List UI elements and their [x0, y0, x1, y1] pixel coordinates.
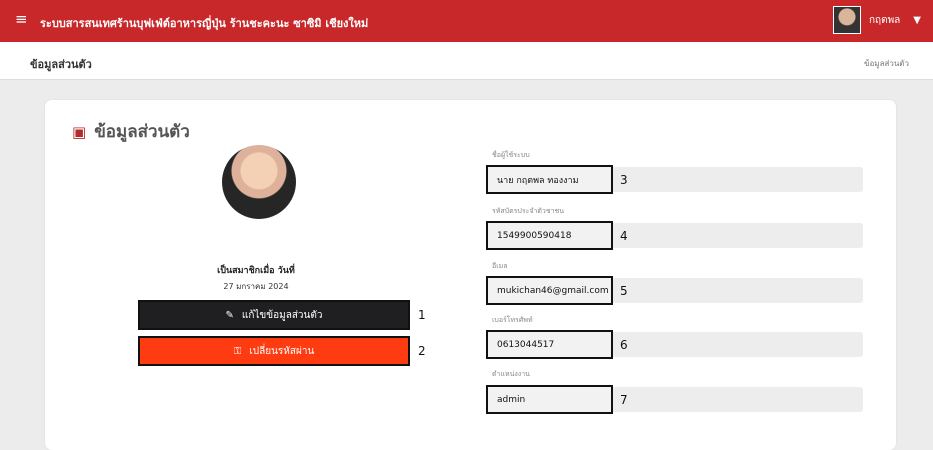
- citizen-id-label: รหัสบัตรประจำตัวชาชน: [492, 207, 565, 215]
- page-title: ข้อมูลส่วนตัว: [30, 58, 92, 71]
- user-menu[interactable]: กฤตพล ▼: [832, 6, 921, 34]
- card-title: ▣ ข้อมูลส่วนตัว: [72, 118, 190, 145]
- email-value: mukichan46@gmail.com: [486, 276, 613, 305]
- user-avatar-icon[interactable]: [832, 6, 861, 34]
- position-label: ตำแหน่งงาน: [492, 370, 530, 378]
- app-title: ระบบสารสนเทศร้านบุฟเฟ่ต์อาหารญี่ปุ่น ร้า…: [40, 17, 369, 30]
- change-password-label: เปลี่ยนรหัสผ่าน: [249, 345, 315, 357]
- key-icon: ⚿: [233, 345, 242, 357]
- annotation-marker-7: 7: [620, 393, 628, 407]
- position-value: admin: [486, 385, 613, 414]
- email-field[interactable]: mukichan46@gmail.com 5: [486, 276, 863, 305]
- breadcrumb[interactable]: ข้อมูลส่วนตัว: [864, 57, 909, 70]
- hamburger-icon[interactable]: ≡: [15, 12, 28, 27]
- email-label: อีเมล: [492, 262, 508, 270]
- edit-profile-button[interactable]: ✎ แก้ไขข้อมูลส่วนตัว: [138, 300, 410, 330]
- member-since-label: เป็นสมาชิกเมื่อ วันที่: [217, 266, 295, 276]
- edit-profile-label: แก้ไขข้อมูลส่วนตัว: [241, 309, 323, 321]
- position-field[interactable]: admin 7: [486, 385, 863, 414]
- annotation-marker-6: 6: [620, 338, 628, 352]
- profile-photo: [222, 145, 296, 219]
- top-navigation-bar: ≡ ระบบสารสนเทศร้านบุฟเฟ่ต์อาหารญี่ปุ่น ร…: [0, 0, 933, 42]
- annotation-marker-1: 1: [418, 308, 426, 322]
- annotation-marker-2: 2: [418, 344, 426, 358]
- username-label: ชื่อผู้ใช้ระบบ: [492, 151, 530, 159]
- caret-down-icon[interactable]: ▼: [913, 15, 921, 26]
- username-field[interactable]: นาย กฤตพล ทองงาม 3: [486, 165, 863, 194]
- change-password-button[interactable]: ⚿ เปลี่ยนรหัสผ่าน: [138, 336, 410, 366]
- pencil-icon: ✎: [225, 309, 234, 321]
- page-subheader: ข้อมูลส่วนตัว ข้อมูลส่วนตัว: [0, 42, 933, 80]
- member-since-date: 27 มกราคม 2024: [223, 282, 289, 291]
- phone-field[interactable]: 0613044517 6: [486, 330, 863, 359]
- card-title-text: ข้อมูลส่วนตัว: [94, 122, 190, 142]
- annotation-marker-4: 4: [620, 229, 628, 243]
- phone-label: เบอร์โทรศัพท์: [492, 316, 533, 324]
- annotation-marker-5: 5: [620, 284, 628, 298]
- phone-value: 0613044517: [486, 330, 613, 359]
- citizen-id-value: 1549900590418: [486, 221, 613, 250]
- id-card-icon: ▣: [72, 122, 87, 141]
- citizen-id-field[interactable]: 1549900590418 4: [486, 221, 863, 250]
- username-value: นาย กฤตพล ทองงาม: [486, 165, 613, 194]
- profile-card: ▣ ข้อมูลส่วนตัว เป็นสมาชิกเมื่อ วันที่ 2…: [45, 100, 896, 450]
- user-name[interactable]: กฤตพล: [869, 13, 900, 28]
- annotation-marker-3: 3: [620, 173, 628, 187]
